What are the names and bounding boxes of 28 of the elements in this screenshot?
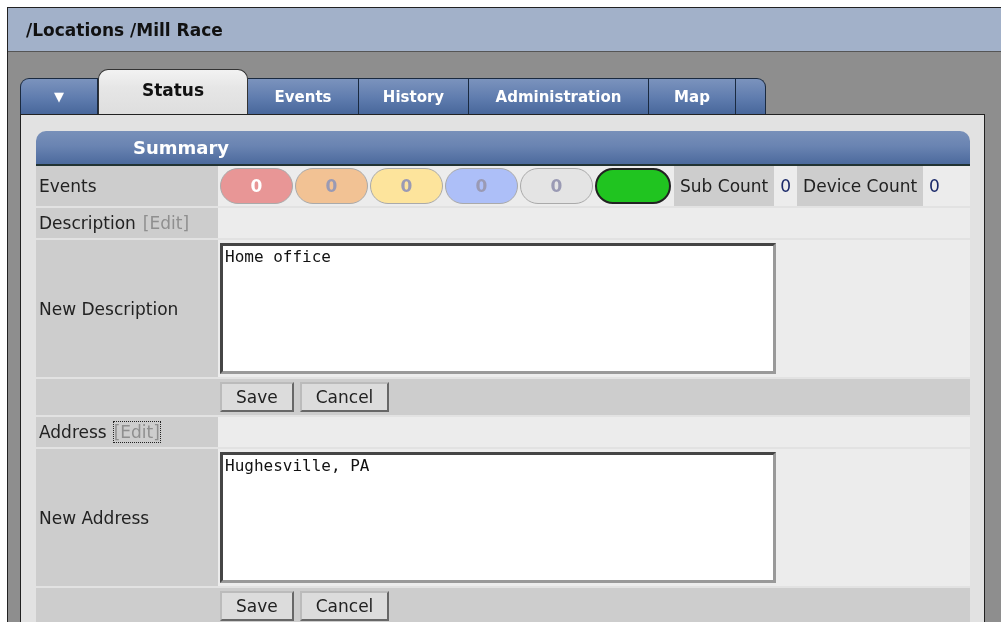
action-button[interactable]: Cancel (299, 382, 390, 412)
menu-tab[interactable]: ▼ (20, 78, 98, 114)
count-label: Sub Count (674, 166, 775, 206)
tab[interactable]: History (359, 78, 469, 114)
text-area[interactable]: Hughesville, PA (220, 452, 776, 583)
count-value: 0 (928, 175, 941, 198)
text-area[interactable]: Home office (220, 243, 776, 374)
section-header: Summary (36, 131, 970, 166)
field-label: Address (39, 422, 107, 442)
tab[interactable]: Map (649, 78, 736, 114)
tab[interactable]: Status (98, 69, 248, 114)
field-label: Description (39, 213, 136, 233)
event-count-pill[interactable]: 0 (520, 168, 593, 204)
event-count-pill[interactable]: 0 (370, 168, 443, 204)
tab[interactable] (736, 78, 766, 114)
field-label: New Address (36, 449, 218, 586)
field-label: New Description (36, 240, 218, 377)
tab[interactable]: Administration (469, 78, 649, 114)
count-label: Device Count (797, 166, 924, 206)
tab[interactable]: Events (248, 78, 359, 114)
event-count-pill[interactable]: 0 (220, 168, 293, 204)
window-title: /Locations /Mill Race (8, 8, 1001, 52)
row-label: Events (36, 166, 218, 206)
action-button[interactable]: Cancel (299, 591, 390, 621)
count-value: 0 (779, 175, 793, 198)
event-count-pill[interactable] (595, 168, 671, 204)
action-button[interactable]: Save (220, 591, 294, 621)
action-button[interactable]: Save (220, 382, 294, 412)
